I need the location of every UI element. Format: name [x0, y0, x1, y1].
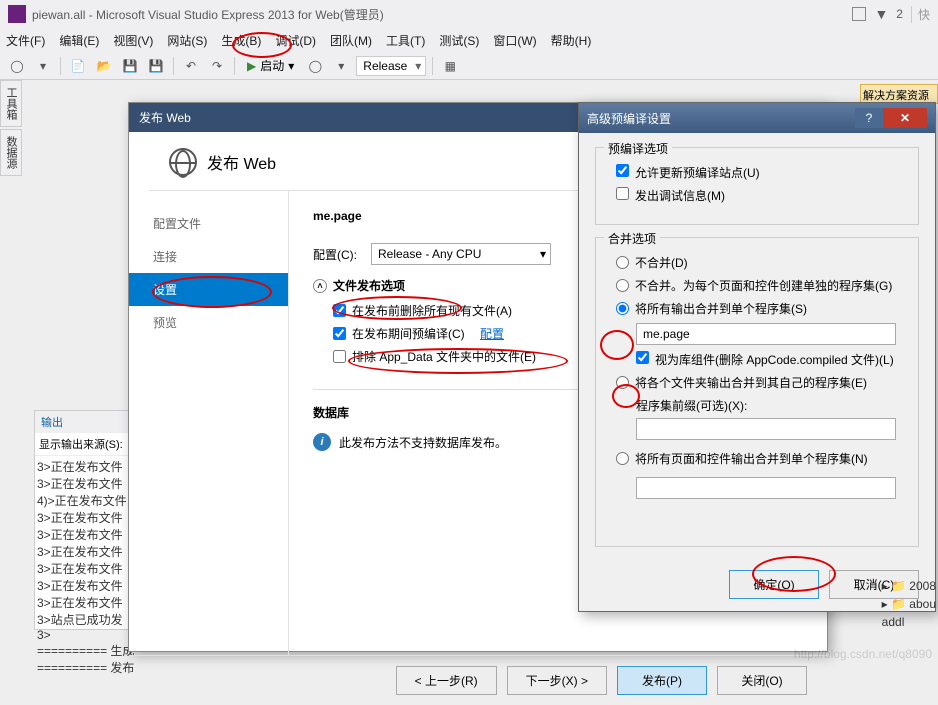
menu-debug[interactable]: 调试(D) [275, 32, 316, 49]
publish-button[interactable]: 发布(P) [617, 666, 707, 695]
nav-preview[interactable]: 预览 [129, 306, 288, 339]
prev-button[interactable]: < 上一步(R) [396, 666, 497, 695]
config-select[interactable]: Release [356, 56, 426, 76]
menu-team[interactable]: 团队(M) [330, 32, 372, 49]
precompile-checkbox[interactable] [333, 327, 346, 340]
solution-explorer-tab[interactable]: 解决方案资源管理 [860, 84, 938, 104]
menu-build[interactable]: 生成(B) [221, 32, 261, 49]
ok-button[interactable]: 确定(O) [729, 570, 819, 599]
nav-settings[interactable]: 设置 [129, 273, 288, 306]
prefix-label: 程序集前缀(可选)(X): [636, 397, 906, 414]
output-panel: 输出 显示输出来源(S): 3>正在发布文件3>正在发布文件 4)>正在发布文件… [34, 410, 138, 630]
nav-fwd-icon[interactable]: ▾ [32, 55, 54, 77]
vs-logo-icon [8, 5, 26, 23]
menu-window[interactable]: 窗口(W) [493, 32, 536, 49]
undo-icon[interactable]: ↶ [180, 55, 202, 77]
merge-single-radio[interactable] [616, 302, 629, 315]
allow-update-label: 允许更新预编译站点(U) [635, 164, 760, 181]
advanced-precompile-dialog: 高级预编译设置 ? ✕ 预编译选项 允许更新预编译站点(U) 发出调试信息(M)… [578, 102, 936, 612]
precompile-label: 在发布期间预编译(C) [352, 325, 465, 342]
merge-per-folder-label: 将各个文件夹输出合并到其自己的程序集(E) [635, 374, 867, 391]
output-lines: 3>正在发布文件3>正在发布文件 4)>正在发布文件3>正在发布文件 3>正在发… [35, 456, 137, 678]
database-message: 此发布方法不支持数据库发布。 [339, 434, 507, 451]
nav-connection[interactable]: 连接 [129, 240, 288, 273]
allow-update-checkbox[interactable] [616, 164, 629, 177]
configure-link[interactable]: 配置 [480, 325, 504, 342]
extension-icon[interactable]: ▦ [439, 55, 461, 77]
publish-nav: 配置文件 连接 设置 预览 [129, 191, 289, 655]
merge-per-folder-radio[interactable] [616, 376, 629, 389]
merge-group: 合并选项 [604, 230, 660, 247]
delete-existing-label: 在发布前删除所有现有文件(A) [352, 302, 512, 319]
merge-single-label: 将所有输出合并到单个程序集(S) [635, 300, 807, 317]
merge-pages-controls-label: 将所有页面和控件输出合并到单个程序集(N) [635, 450, 868, 467]
menu-website[interactable]: 网站(S) [167, 32, 207, 49]
open-icon[interactable]: 📂 [93, 55, 115, 77]
window-title: piewan.all - Microsoft Visual Studio Exp… [32, 6, 384, 23]
exclude-appdata-label: 排除 App_Data 文件夹中的文件(E) [352, 348, 536, 365]
play-icon: ▶ [247, 59, 256, 73]
nav-back-icon[interactable]: ◯ [6, 55, 28, 77]
help-button[interactable]: ? [855, 108, 883, 128]
no-merge-radio[interactable] [616, 256, 629, 269]
output-source-label[interactable]: 显示输出来源(S): [35, 433, 137, 456]
menu-tools[interactable]: 工具(T) [386, 32, 425, 49]
redo-icon[interactable]: ↷ [206, 55, 228, 77]
start-debug-button[interactable]: ▶ 启动 ▾ [241, 57, 300, 74]
assembly-name-input[interactable] [636, 323, 896, 345]
save-all-icon[interactable]: 💾 [145, 55, 167, 77]
titlebar: piewan.all - Microsoft Visual Studio Exp… [0, 0, 938, 28]
feedback-icon[interactable] [852, 7, 866, 21]
delete-existing-checkbox[interactable] [333, 304, 346, 317]
notification-flag-icon[interactable]: ▼ [874, 6, 888, 22]
notification-count: 2 [896, 7, 903, 21]
prefix-input[interactable] [636, 418, 896, 440]
emit-debug-label: 发出调试信息(M) [635, 187, 725, 204]
no-merge-label: 不合并(D) [635, 254, 688, 271]
quick-launch-hint[interactable]: 快 [911, 6, 930, 23]
datasource-tab[interactable]: 数据源 [0, 129, 22, 176]
solution-tree-partial: ▸ 📁 2008▸ 📁 abou addl [882, 577, 936, 631]
precompile-group: 预编译选项 [604, 140, 672, 157]
collapse-icon: ˄ [313, 279, 327, 293]
start-label: 启动 [260, 57, 284, 74]
nav-profile[interactable]: 配置文件 [129, 207, 288, 240]
no-merge-per-page-label: 不合并。为每个页面和控件创建单独的程序集(G) [635, 277, 892, 294]
menu-edit[interactable]: 编辑(E) [59, 32, 99, 49]
menu-test[interactable]: 测试(S) [439, 32, 479, 49]
treat-as-library-label: 视为库组件(删除 AppCode.compiled 文件)(L) [655, 351, 894, 368]
toolbox-tab[interactable]: 工具箱 [0, 80, 22, 127]
watermark: http://blog.csdn.net/q8090 [794, 647, 932, 661]
browser-icon[interactable]: ◯ [304, 55, 326, 77]
pages-assembly-input[interactable] [636, 477, 896, 499]
merge-pages-controls-radio[interactable] [616, 452, 629, 465]
close-x-button[interactable]: ✕ [883, 108, 927, 128]
menubar: 文件(F) 编辑(E) 视图(V) 网站(S) 生成(B) 调试(D) 团队(M… [0, 28, 938, 52]
emit-debug-checkbox[interactable] [616, 187, 629, 200]
no-merge-per-page-radio[interactable] [616, 279, 629, 292]
new-project-icon[interactable]: 📄 [67, 55, 89, 77]
save-icon[interactable]: 💾 [119, 55, 141, 77]
info-icon: i [313, 433, 331, 451]
chevron-down-icon: ▾ [288, 59, 294, 73]
publish-header: 发布 Web [207, 150, 276, 174]
next-button[interactable]: 下一步(X) > [507, 666, 607, 695]
close-button[interactable]: 关闭(O) [717, 666, 807, 695]
menu-help[interactable]: 帮助(H) [551, 32, 592, 49]
menu-view[interactable]: 视图(V) [113, 32, 153, 49]
treat-as-library-checkbox[interactable] [636, 351, 649, 364]
config-label: 配置(C): [313, 246, 363, 263]
output-header: 输出 [35, 411, 137, 433]
advanced-dialog-title: 高级预编译设置 [587, 110, 671, 127]
toolbar: ◯ ▾ 📄 📂 💾 💾 ↶ ↷ ▶ 启动 ▾ ◯ ▾ Release ▦ [0, 52, 938, 80]
menu-file[interactable]: 文件(F) [6, 32, 45, 49]
config-dropdown[interactable]: Release - Any CPU▾ [371, 243, 551, 265]
globe-icon [169, 148, 197, 176]
browser-dropdown-icon[interactable]: ▾ [330, 55, 352, 77]
exclude-appdata-checkbox[interactable] [333, 350, 346, 363]
